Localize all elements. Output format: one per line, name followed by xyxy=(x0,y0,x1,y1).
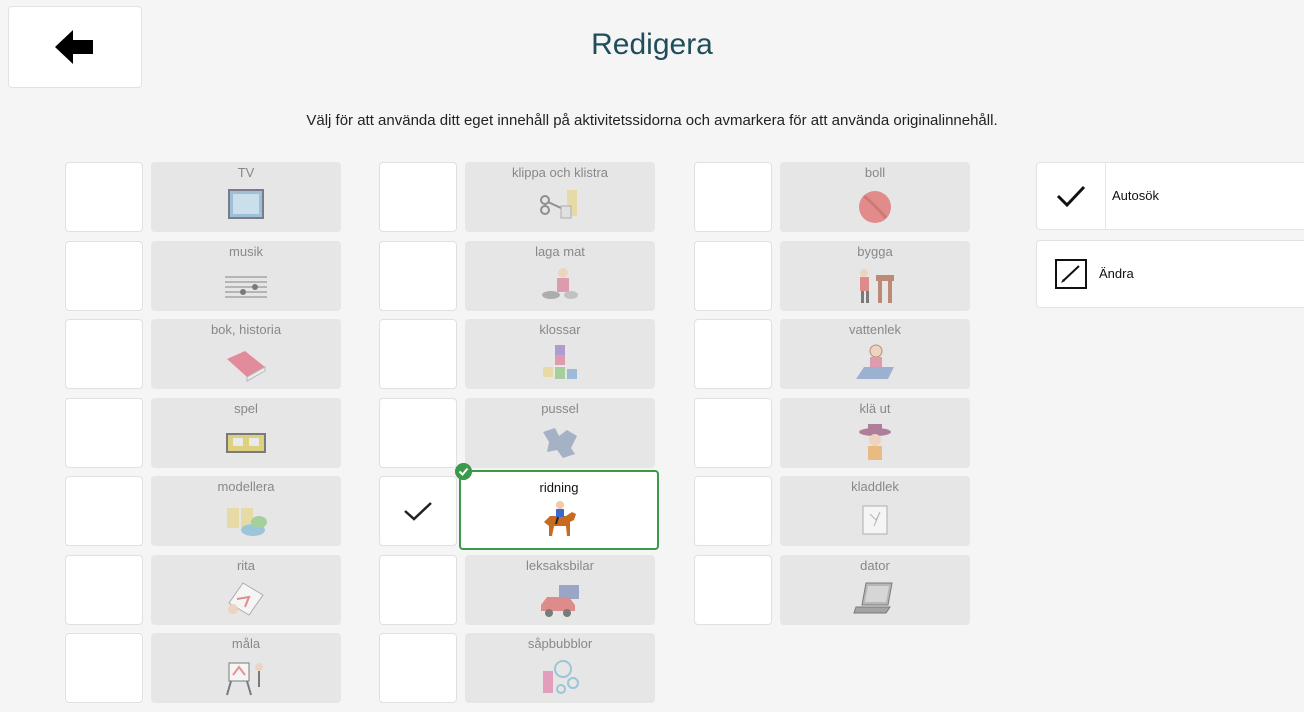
edit-label: Ändra xyxy=(1099,266,1134,281)
bubbles-icon xyxy=(543,660,579,694)
activity-tile[interactable]: bok, historia xyxy=(151,319,341,389)
activity-label: modellera xyxy=(217,479,275,494)
activity-label: musik xyxy=(229,243,263,259)
activity-tile[interactable]: såpbubblor xyxy=(465,633,655,703)
activity-tile[interactable]: laga mat xyxy=(465,240,655,311)
activity-checkbox[interactable] xyxy=(694,319,772,389)
activity-checkbox[interactable] xyxy=(65,476,143,546)
activity-label: leksaksbilar xyxy=(526,557,594,573)
easel-icon xyxy=(226,662,263,696)
activity-tile[interactable]: måla xyxy=(151,633,341,703)
activity-checkbox[interactable] xyxy=(694,240,772,311)
activity-label: ridning xyxy=(539,480,579,495)
activity-tile[interactable]: modellera xyxy=(151,476,341,546)
activity-checkbox[interactable] xyxy=(694,397,772,468)
activity-tile[interactable]: kladdlek xyxy=(780,476,970,546)
music-icon xyxy=(225,276,267,297)
blocks-icon xyxy=(543,345,577,379)
activity-tile[interactable]: boll xyxy=(780,162,970,232)
activity-checkbox[interactable] xyxy=(65,397,143,468)
activity-checkbox[interactable] xyxy=(379,554,457,625)
tv-icon xyxy=(228,189,264,219)
activity-checkbox[interactable] xyxy=(65,319,143,389)
activity-checkbox[interactable] xyxy=(379,476,457,546)
activity-label: kladdlek xyxy=(851,479,899,494)
activity-label: boll xyxy=(864,165,886,180)
toy-car-icon xyxy=(541,584,579,617)
activity-label: såpbubblor xyxy=(527,636,593,651)
activity-tile[interactable]: klippa och klistra xyxy=(465,162,655,232)
horse-riding-icon xyxy=(544,501,576,536)
book-icon xyxy=(227,351,266,382)
activity-checkbox[interactable] xyxy=(694,476,772,546)
activity-label: laga mat xyxy=(535,243,585,259)
laptop-icon xyxy=(853,582,893,613)
check-icon xyxy=(1056,185,1086,208)
activity-tile[interactable]: dator xyxy=(780,554,970,625)
activity-checkbox[interactable] xyxy=(379,162,457,232)
activity-tile[interactable]: rita xyxy=(151,554,341,625)
water-play-icon xyxy=(856,344,894,379)
activity-checkbox[interactable] xyxy=(65,162,143,232)
activity-tile[interactable]: TV xyxy=(151,162,341,232)
edit-option[interactable]: Ändra xyxy=(1036,240,1304,308)
check-icon xyxy=(404,502,432,521)
clay-icon xyxy=(227,508,267,536)
activity-tile[interactable]: vattenlek xyxy=(780,319,970,389)
activity-checkbox[interactable] xyxy=(694,162,772,232)
autosearch-toggle[interactable] xyxy=(1037,163,1106,229)
activity-tile[interactable]: spel xyxy=(151,397,341,468)
activity-label: klä ut xyxy=(859,400,891,416)
activity-tile[interactable]: klä ut xyxy=(780,397,970,468)
draw-icon xyxy=(228,581,264,616)
puzzle-icon xyxy=(543,427,577,458)
activity-tile[interactable]: pussel xyxy=(465,397,655,468)
activity-label: bok, historia xyxy=(210,322,282,337)
game-icon xyxy=(226,432,266,453)
activity-label: TV xyxy=(237,165,255,180)
autosearch-option[interactable]: Autosök xyxy=(1036,162,1304,230)
autosearch-label: Autosök xyxy=(1112,188,1159,203)
activity-checkbox[interactable] xyxy=(65,240,143,311)
activity-checkbox[interactable] xyxy=(379,240,457,311)
build-icon xyxy=(860,268,894,303)
activity-tile[interactable]: musik xyxy=(151,240,341,311)
ball-icon xyxy=(859,191,891,223)
activity-checkbox[interactable] xyxy=(65,633,143,703)
page-subtitle: Välj för att använda ditt eget innehåll … xyxy=(306,112,998,129)
activity-label: bygga xyxy=(857,243,893,259)
activity-label: klippa och klistra xyxy=(511,165,609,180)
activity-checkbox[interactable] xyxy=(379,319,457,389)
activity-label: måla xyxy=(231,636,261,651)
pencil-box-icon xyxy=(1055,259,1087,289)
activity-tile[interactable]: leksaksbilar xyxy=(465,554,655,625)
cooking-icon xyxy=(542,267,578,299)
messy-play-icon xyxy=(862,505,888,535)
activity-label: klossar xyxy=(539,322,581,337)
activity-label: spel xyxy=(234,400,258,416)
activity-label: dator xyxy=(860,557,890,573)
check-badge-icon xyxy=(455,463,472,480)
activity-tile-selected[interactable]: ridning xyxy=(455,463,659,550)
activity-label: rita xyxy=(236,557,256,573)
dress-up-icon xyxy=(859,423,891,460)
activity-tile[interactable]: bygga xyxy=(780,240,970,311)
activity-label: vattenlek xyxy=(848,322,902,337)
scissors-glue-icon xyxy=(540,190,577,219)
activity-checkbox[interactable] xyxy=(65,554,143,625)
edit-icon-box xyxy=(1037,241,1105,307)
activity-label: pussel xyxy=(541,400,579,416)
activity-checkbox[interactable] xyxy=(379,397,457,468)
activity-checkbox[interactable] xyxy=(694,554,772,625)
activity-tile[interactable]: klossar xyxy=(465,319,655,389)
activity-checkbox[interactable] xyxy=(379,633,457,703)
page-title: Redigera xyxy=(591,28,713,61)
